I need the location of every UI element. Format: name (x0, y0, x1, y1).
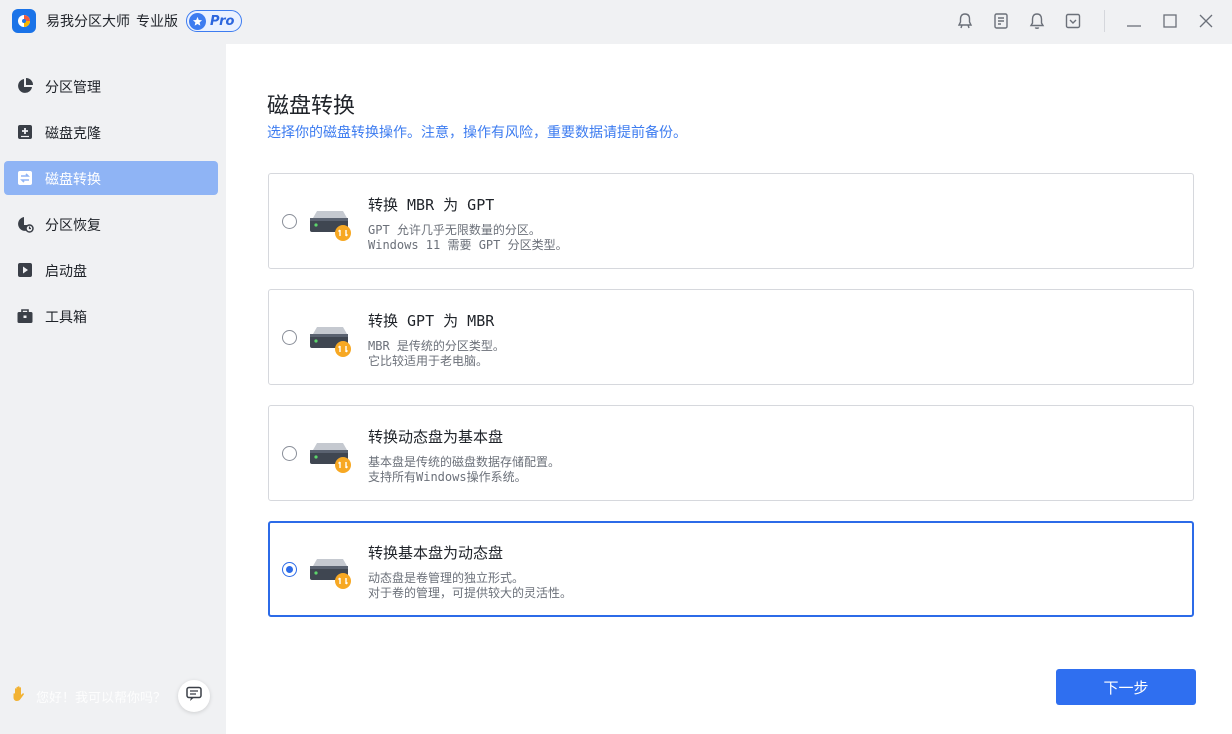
wave-hand-icon (10, 684, 30, 708)
sidebar-item-partition-recovery[interactable]: 分区恢复 (4, 207, 218, 241)
notification-icon[interactable] (1028, 12, 1046, 30)
sidebar-item-toolbox[interactable]: 工具箱 (4, 299, 218, 333)
close-icon[interactable] (1197, 12, 1215, 30)
option-radio-selected[interactable] (282, 562, 297, 577)
title-bar: 易我分区大师 专业版 Pro (0, 0, 1232, 44)
sidebar-item-label: 磁盘克隆 (45, 126, 101, 142)
chat-hint-text: 您好！我可以帮你吗？ (36, 690, 167, 706)
option-gpt-to-mbr[interactable]: 转换 GPT 为 MBR MBR 是传统的分区类型。 它比较适用于老电脑。 (268, 289, 1194, 385)
support-icon[interactable] (956, 12, 974, 30)
sidebar-item-label: 启动盘 (45, 264, 87, 280)
option-basic-to-dynamic[interactable]: 转换基本盘为动态盘 动态盘是卷管理的独立形式。 对于卷的管理，可提供较大的灵活性… (268, 521, 1194, 617)
option-mbr-to-gpt[interactable]: 转换 MBR 为 GPT GPT 允许几乎无限数量的分区。 Windows 11… (268, 173, 1194, 269)
page-title: 磁盘转换 (267, 94, 356, 119)
app-title: 易我分区大师 (46, 14, 130, 30)
pro-badge-label: Pro (210, 13, 235, 29)
app-edition: 专业版 (136, 14, 178, 30)
main-panel: 磁盘转换 选择你的磁盘转换操作。注意，操作有风险，重要数据请提前备份。 转换 M… (226, 44, 1232, 734)
boot-disk-icon (16, 261, 34, 279)
disk-convert-icon (309, 322, 355, 358)
option-title: 转换 GPT 为 MBR (368, 312, 495, 330)
option-dynamic-to-basic[interactable]: 转换动态盘为基本盘 基本盘是传统的磁盘数据存储配置。 支持所有Windows操作… (268, 405, 1194, 501)
sidebar-item-boot-disk[interactable]: 启动盘 (4, 253, 218, 287)
option-radio[interactable] (282, 214, 297, 229)
option-title: 转换 MBR 为 GPT (368, 196, 495, 214)
disk-convert-icon (309, 438, 355, 474)
option-title: 转换动态盘为基本盘 (368, 428, 504, 446)
clone-icon (16, 123, 34, 141)
sidebar-item-partition-manager[interactable]: 分区管理 (4, 69, 218, 103)
sidebar-item-label: 工具箱 (45, 310, 87, 326)
recovery-icon (16, 215, 34, 233)
option-description: 它比较适用于老电脑。 (368, 354, 489, 368)
toolbox-icon (16, 307, 34, 325)
chat-icon (185, 685, 203, 707)
option-description: 对于卷的管理，可提供较大的灵活性。 (368, 586, 573, 600)
option-radio[interactable] (282, 446, 297, 461)
disk-convert-icon (309, 554, 355, 590)
sidebar-item-label: 分区恢复 (45, 218, 101, 234)
app-logo-icon (12, 9, 36, 33)
titlebar-divider (1104, 10, 1105, 32)
next-button[interactable]: 下一步 (1056, 669, 1196, 705)
option-title: 转换基本盘为动态盘 (368, 544, 504, 562)
chat-button[interactable] (178, 680, 210, 712)
sidebar-item-disk-clone[interactable]: 磁盘克隆 (4, 115, 218, 149)
feedback-icon[interactable] (992, 12, 1010, 30)
sidebar: 分区管理 磁盘克隆 磁盘转换 分区恢复 启动盘 工具箱 您好！我可以帮你吗？ (0, 44, 226, 734)
star-icon (189, 12, 206, 30)
pie-chart-icon (16, 77, 34, 95)
sidebar-item-disk-convert[interactable]: 磁盘转换 (4, 161, 218, 195)
pro-badge: Pro (186, 10, 242, 32)
minimize-icon[interactable] (1125, 12, 1143, 30)
disk-convert-icon (309, 206, 355, 242)
chat-hint: 您好！我可以帮你吗？ (10, 684, 180, 708)
option-radio[interactable] (282, 330, 297, 345)
option-description: Windows 11 需要 GPT 分区类型。 (368, 238, 568, 252)
convert-icon (16, 169, 34, 187)
option-description: 支持所有Windows操作系统。 (368, 470, 527, 484)
page-subtitle: 选择你的磁盘转换操作。注意，操作有风险，重要数据请提前备份。 (267, 125, 687, 141)
maximize-icon[interactable] (1161, 12, 1179, 30)
sidebar-item-label: 磁盘转换 (45, 172, 101, 188)
download-icon[interactable] (1064, 12, 1082, 30)
sidebar-item-label: 分区管理 (45, 80, 101, 96)
